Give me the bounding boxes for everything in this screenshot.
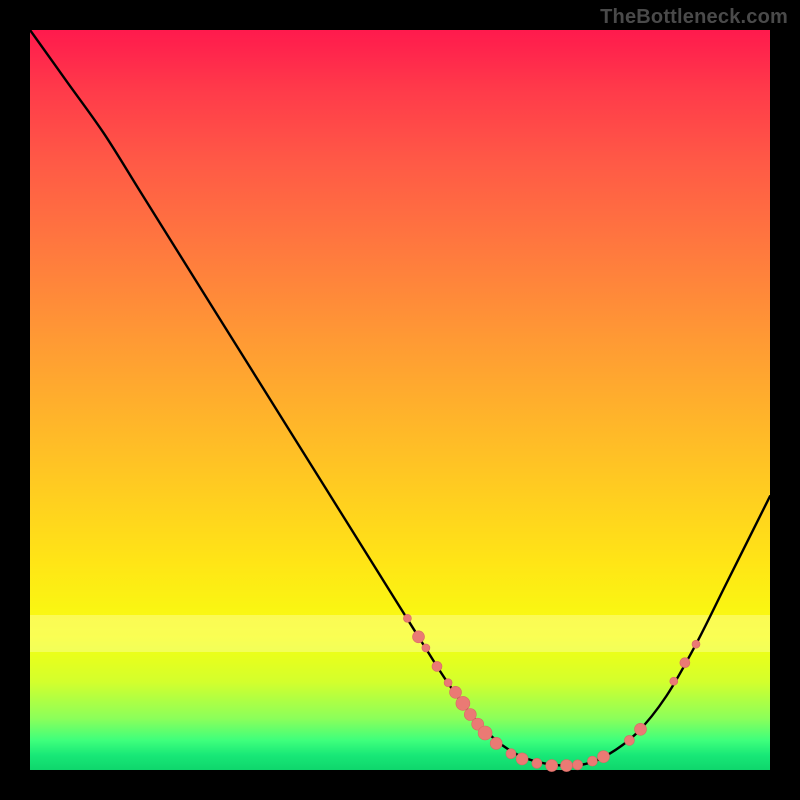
- curve-line: [30, 30, 770, 766]
- data-marker: [403, 614, 411, 622]
- data-marker: [516, 753, 528, 765]
- watermark-text: TheBottleneck.com: [600, 6, 788, 29]
- chart-plot-area: [30, 30, 770, 770]
- data-marker: [573, 760, 583, 770]
- data-marker: [432, 661, 442, 671]
- markers-group: [403, 614, 700, 771]
- data-marker: [444, 679, 452, 687]
- data-marker: [532, 758, 542, 768]
- data-marker: [450, 686, 462, 698]
- data-marker: [635, 723, 647, 735]
- chart-overlay-svg: [30, 30, 770, 770]
- data-marker: [546, 760, 558, 772]
- data-marker: [422, 644, 430, 652]
- data-marker: [478, 726, 492, 740]
- data-marker: [456, 696, 470, 710]
- stage: TheBottleneck.com: [0, 0, 800, 800]
- data-marker: [680, 658, 690, 668]
- data-marker: [413, 631, 425, 643]
- data-marker: [587, 756, 597, 766]
- data-marker: [598, 751, 610, 763]
- data-marker: [561, 760, 573, 772]
- data-marker: [506, 749, 516, 759]
- data-marker: [692, 640, 700, 648]
- data-marker: [490, 737, 502, 749]
- data-marker: [670, 677, 678, 685]
- data-marker: [624, 735, 634, 745]
